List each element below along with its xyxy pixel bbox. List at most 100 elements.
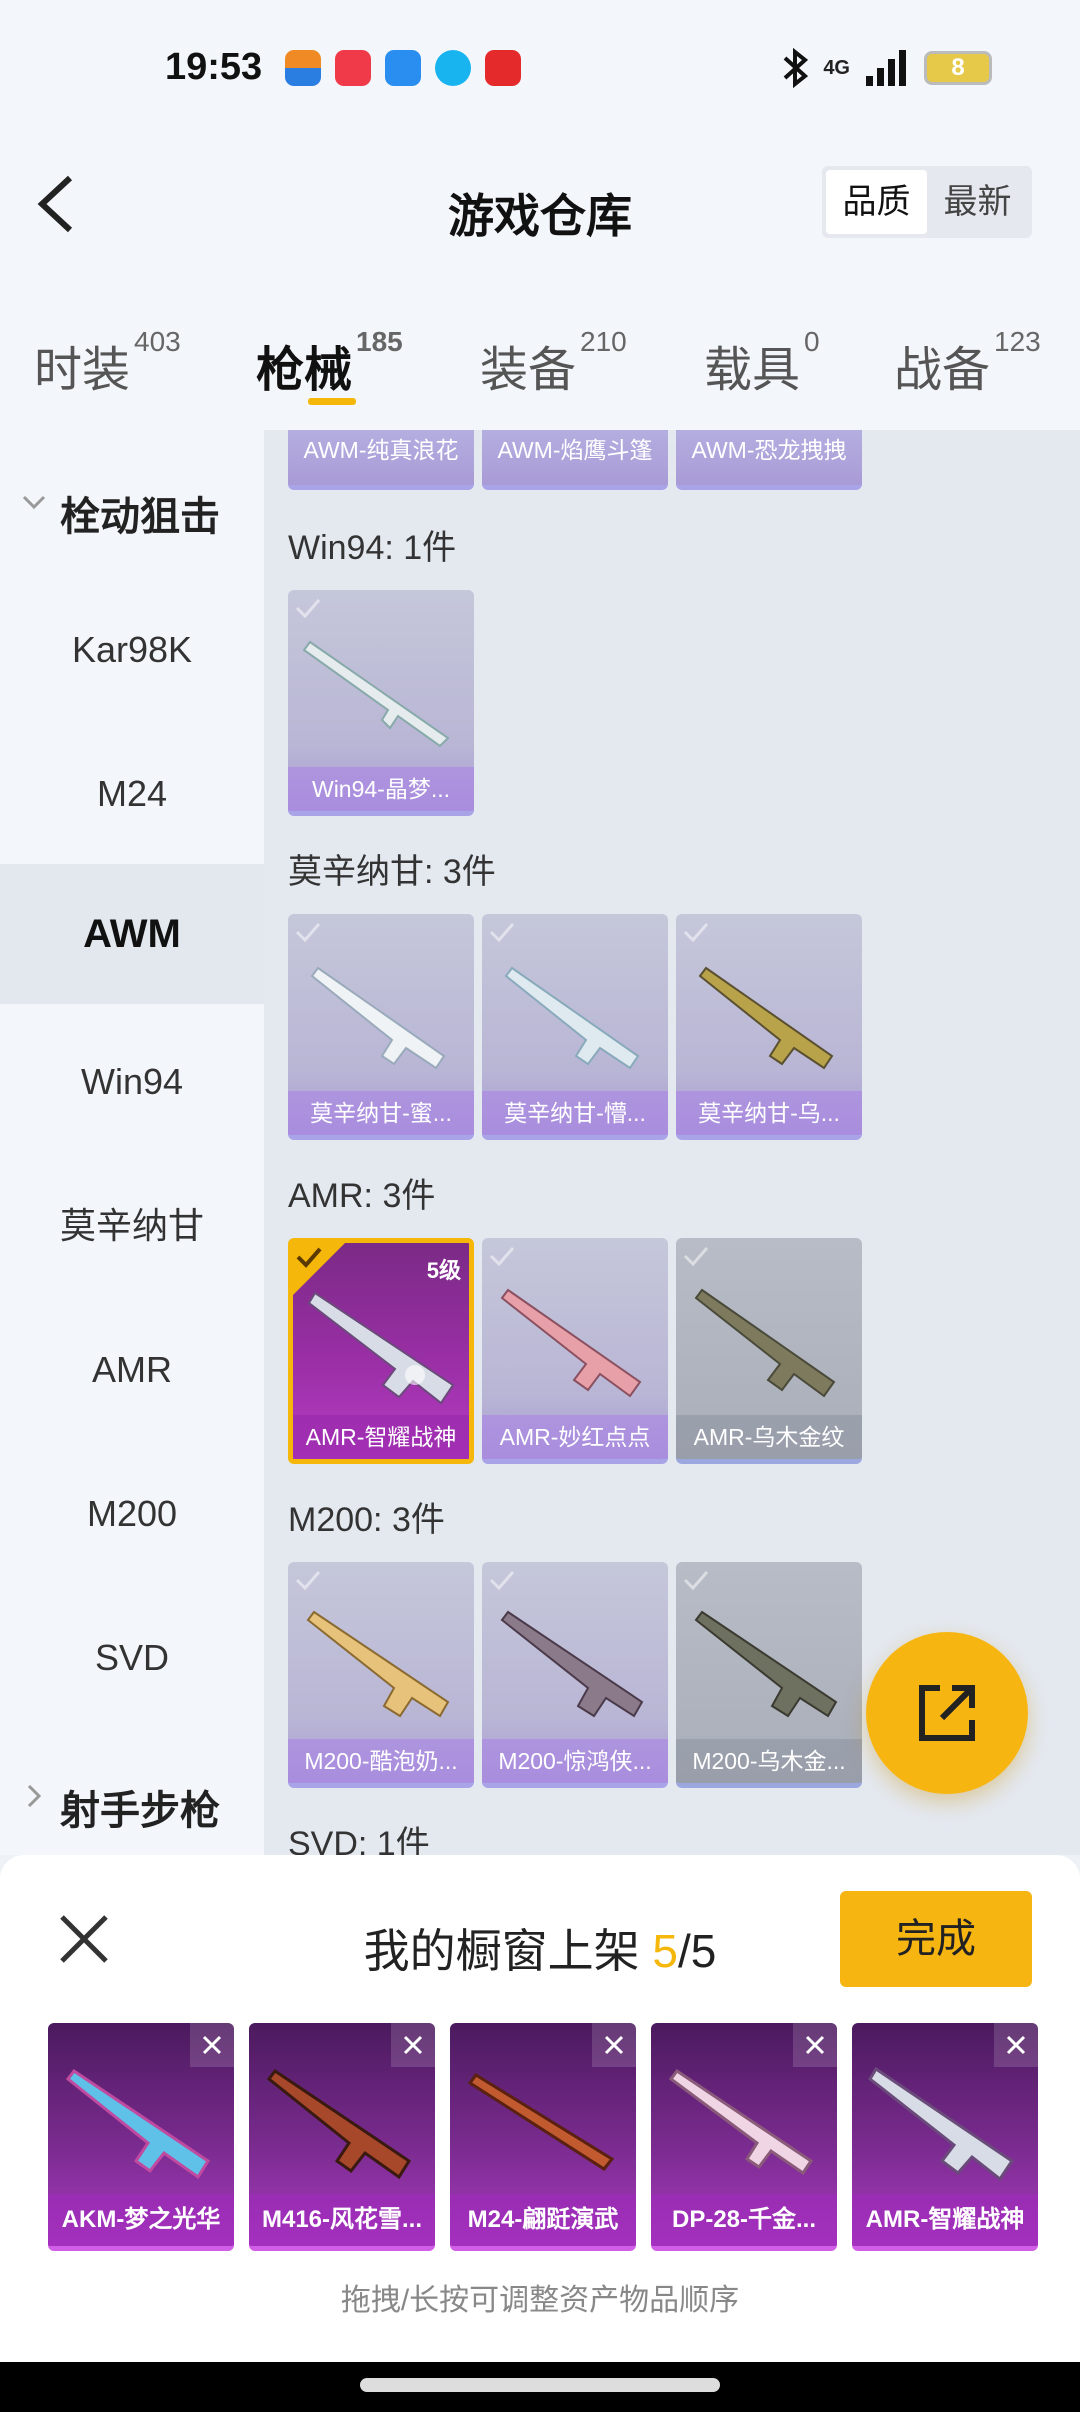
skin-card[interactable]: Win94-晶梦...: [288, 590, 474, 816]
skin-card[interactable]: AMR-妙红点点: [482, 1238, 668, 1464]
sidebar-item-amr[interactable]: AMR: [0, 1300, 264, 1440]
battery-icon: 8: [924, 51, 992, 85]
skin-card-selected[interactable]: 5级 AMR-智耀战神: [288, 1238, 474, 1464]
skin-card[interactable]: AWM-纯真浪花: [288, 430, 474, 490]
skin-name: M200-酷泡奶...: [288, 1739, 474, 1783]
skin-card[interactable]: AWM-恐龙拽拽: [676, 430, 862, 490]
sidebar-item-svd[interactable]: SVD: [0, 1588, 264, 1728]
remove-item-button[interactable]: [190, 2023, 234, 2067]
group-title-svd: SVD: 1件: [288, 1825, 430, 1855]
shelf-item-name: M24-翩跹演武: [450, 2194, 636, 2246]
tab-label: 装备: [480, 344, 577, 397]
reorder-hint: 拖拽/长按可调整资产物品顺序: [340, 2284, 740, 2317]
check-icon: [683, 1571, 709, 1591]
skin-name: M200-惊鸿侠...: [482, 1739, 668, 1783]
status-time: 19:53: [165, 46, 263, 88]
sidebar-item-mosin[interactable]: 莫辛纳甘: [0, 1156, 264, 1296]
tab-guns[interactable]: 枪械185: [256, 326, 403, 400]
check-icon: [489, 923, 515, 943]
sidebar: 栓动狙击 Kar98K M24 AWM Win94 莫辛纳甘 AMR M200 …: [0, 430, 264, 1855]
notification-icons: [285, 50, 521, 86]
skin-card[interactable]: AMR-乌木金纹: [676, 1238, 862, 1464]
rifle-image: [868, 2066, 1015, 2182]
skin-card[interactable]: 莫辛纳甘-懵...: [482, 914, 668, 1140]
shelf-item-name: AMR-智耀战神: [852, 2194, 1038, 2246]
shelf-item[interactable]: AKM-梦之光华: [48, 2023, 234, 2251]
shelf-item[interactable]: M24-翩跹演武: [450, 2023, 636, 2251]
rifle-image: [302, 640, 450, 748]
sidebar-category-label: 射手步枪: [60, 1789, 220, 1833]
remove-item-button[interactable]: [994, 2023, 1038, 2067]
check-icon: [295, 923, 321, 943]
network-type-label: 4G: [823, 56, 850, 79]
skin-card[interactable]: 莫辛纳甘-蜜...: [288, 914, 474, 1140]
sort-quality-button[interactable]: 品质: [826, 170, 927, 234]
red-app-icon: [485, 50, 521, 86]
tab-vehicles[interactable]: 载具0: [704, 326, 820, 400]
shelf-item-name: M416-风花雪...: [249, 2194, 435, 2246]
remove-item-button[interactable]: [793, 2023, 837, 2067]
rifle-image: [668, 2068, 814, 2176]
sidebar-category-marksman[interactable]: 射手步枪: [0, 1760, 264, 1840]
check-icon: [295, 1571, 321, 1591]
sidebar-item-m24[interactable]: M24: [0, 724, 264, 864]
remove-item-button[interactable]: [391, 2023, 435, 2067]
shelf-count-current: 5: [652, 1925, 678, 1977]
signal-icon: [866, 50, 906, 86]
shelf-item[interactable]: AMR-智耀战神: [852, 2023, 1038, 2251]
qq-app-icon: [435, 50, 471, 86]
tab-fashion[interactable]: 时装403: [34, 326, 181, 400]
rifle-image: [266, 2068, 412, 2180]
tab-label: 时装: [34, 344, 131, 397]
skin-card[interactable]: AWM-焰鹰斗篷: [482, 430, 668, 490]
close-icon: [604, 2035, 624, 2055]
tab-count: 123: [994, 326, 1041, 357]
skin-name: 莫辛纳甘-乌...: [676, 1091, 862, 1135]
showcase-sheet: 我的橱窗上架 5/5 完成 AKM-梦之光华 M416-风花雪... M24-翩…: [0, 1855, 1080, 2362]
close-icon: [403, 2035, 423, 2055]
share-button[interactable]: [866, 1632, 1028, 1794]
sidebar-item-awm[interactable]: AWM: [0, 864, 264, 1004]
skin-name: 莫辛纳甘-蜜...: [288, 1091, 474, 1135]
remove-item-button[interactable]: [592, 2023, 636, 2067]
tab-count: 0: [804, 326, 820, 357]
sort-toggle: 品质 最新: [822, 166, 1032, 238]
close-icon: [202, 2035, 222, 2055]
close-icon: [1006, 2035, 1026, 2055]
shelf-list: AKM-梦之光华 M416-风花雪... M24-翩跹演武 DP-28-千金..…: [48, 2023, 1038, 2251]
shelf-item[interactable]: DP-28-千金...: [651, 2023, 837, 2251]
check-icon: [489, 1571, 515, 1591]
sidebar-item-win94[interactable]: Win94: [0, 1012, 264, 1152]
rifle-image: [698, 966, 834, 1070]
sidebar-item-kar98k[interactable]: Kar98K: [0, 580, 264, 720]
done-button[interactable]: 完成: [840, 1891, 1032, 1987]
home-indicator[interactable]: [360, 2378, 720, 2392]
tab-gear[interactable]: 战备123: [894, 326, 1041, 400]
close-icon: [805, 2035, 825, 2055]
share-icon: [919, 1685, 975, 1741]
tab-equipment[interactable]: 装备210: [480, 326, 627, 400]
category-tabs: 时装403 枪械185 装备210 载具0 战备123: [0, 270, 1080, 430]
skin-card[interactable]: 莫辛纳甘-乌...: [676, 914, 862, 1140]
rifle-image: [310, 966, 446, 1070]
sidebar-item-m200[interactable]: M200: [0, 1444, 264, 1584]
browser-app-icon: [385, 50, 421, 86]
active-tab-indicator: [308, 398, 356, 405]
skin-card[interactable]: M200-乌木金...: [676, 1562, 862, 1788]
status-bar: 19:53 4G 8: [0, 0, 1080, 140]
group-title-amr: AMR: 3件: [288, 1177, 436, 1215]
skin-card[interactable]: M200-酷泡奶...: [288, 1562, 474, 1788]
sort-newest-button[interactable]: 最新: [927, 170, 1028, 234]
music-app-icon: [335, 50, 371, 86]
check-icon: [296, 1247, 322, 1268]
skin-name: AMR-妙红点点: [482, 1415, 668, 1459]
header: 游戏仓库 品质 最新: [0, 140, 1080, 270]
tab-count: 210: [580, 326, 627, 357]
tab-count: 403: [134, 326, 181, 357]
shelf-item[interactable]: M416-风花雪...: [249, 2023, 435, 2251]
check-icon: [683, 1247, 709, 1267]
shelf-item-name: DP-28-千金...: [651, 2194, 837, 2246]
sidebar-category-bolt-sniper[interactable]: 栓动狙击: [0, 466, 264, 546]
tab-label: 枪械: [256, 344, 353, 397]
skin-card[interactable]: M200-惊鸿侠...: [482, 1562, 668, 1788]
